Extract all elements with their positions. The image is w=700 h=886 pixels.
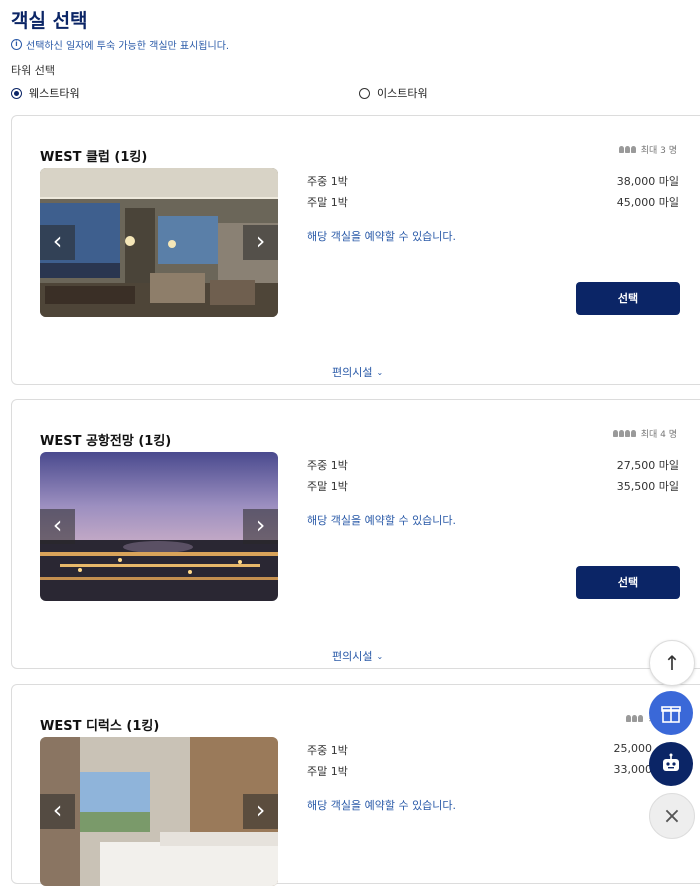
weekend-price: 33,000 bbox=[613, 763, 653, 776]
prev-photo-button[interactable]: ‹ bbox=[40, 509, 75, 544]
people-icon bbox=[618, 146, 636, 153]
weekday-label: 주중 1박 bbox=[307, 459, 348, 472]
availability-notice: i 선택하신 일자에 투숙 가능한 객실만 표시됩니다. bbox=[11, 37, 229, 52]
weekend-label: 주말 1박 bbox=[307, 196, 348, 209]
capacity-text: 최대 3 명 bbox=[640, 146, 677, 156]
info-icon: i bbox=[11, 39, 22, 50]
amenities-toggle[interactable]: 편의시설 ⌄ bbox=[332, 648, 383, 664]
scroll-top-button[interactable]: ↑ bbox=[649, 640, 695, 686]
tower-radio-label: 웨스트타워 bbox=[29, 87, 80, 100]
weekday-label: 주중 1박 bbox=[307, 744, 348, 757]
next-photo-button[interactable]: › bbox=[243, 794, 278, 829]
room-photo: ‹ › bbox=[40, 737, 278, 886]
room-name: WEST 디럭스 (1킹) bbox=[40, 719, 160, 734]
amenities-toggle[interactable]: 편의시설 ⌄ bbox=[332, 364, 383, 380]
people-icon bbox=[612, 430, 636, 437]
availability-text: 해당 객실을 예약할 수 있습니다. bbox=[307, 799, 457, 812]
weekend-label: 주말 1박 bbox=[307, 765, 348, 778]
room-name: WEST 공항전망 (1킹) bbox=[40, 434, 172, 449]
capacity-info: 최대 4 명 bbox=[612, 427, 677, 440]
next-photo-button[interactable]: › bbox=[243, 225, 278, 260]
room-card: WEST 디럭스 (1킹) 최대 ‹ › 주중 1박 25,000 주말 1박 … bbox=[11, 684, 700, 886]
chevron-down-icon: ⌄ bbox=[376, 367, 384, 377]
room-photo: ‹ › bbox=[40, 168, 278, 317]
chatbot-button[interactable] bbox=[649, 742, 693, 786]
weekend-price-row: 주말 1박 45,000 마일 bbox=[307, 194, 679, 210]
weekend-price: 35,500 마일 bbox=[616, 480, 679, 493]
amenities-label: 편의시설 bbox=[332, 366, 373, 379]
weekend-price: 45,000 마일 bbox=[616, 196, 679, 209]
tower-select-label: 타워 선택 bbox=[11, 64, 55, 77]
people-icon bbox=[626, 715, 644, 722]
radio-button-checked-icon[interactable] bbox=[11, 87, 22, 99]
radio-button-icon[interactable] bbox=[359, 87, 370, 99]
weekend-price-row: 주말 1박 35,500 마일 bbox=[307, 478, 679, 494]
room-photo: ‹ › bbox=[40, 452, 278, 601]
availability-text: 해당 객실을 예약할 수 있습니다. bbox=[307, 230, 457, 243]
availability-text: 해당 객실을 예약할 수 있습니다. bbox=[307, 514, 457, 527]
notice-text: 선택하신 일자에 투숙 가능한 객실만 표시됩니다. bbox=[26, 41, 230, 52]
weekend-label: 주말 1박 bbox=[307, 480, 348, 493]
select-room-button[interactable]: 선택 bbox=[576, 566, 680, 599]
gift-icon bbox=[661, 706, 681, 723]
close-icon: × bbox=[662, 803, 682, 829]
capacity-text: 최대 4 명 bbox=[640, 430, 677, 440]
weekend-price-row: 주말 1박 33,000 bbox=[307, 763, 652, 779]
room-card: WEST 공항전망 (1킹) 최대 4 명 ‹ › 주중 1박 27,500 마… bbox=[11, 399, 700, 669]
capacity-info: 최대 3 명 bbox=[618, 143, 677, 156]
weekday-label: 주중 1박 bbox=[307, 175, 348, 188]
amenities-label: 편의시설 bbox=[332, 650, 373, 663]
tower-radio-west[interactable]: 웨스트타워 bbox=[11, 85, 80, 101]
weekday-price-row: 주중 1박 25,000 bbox=[307, 742, 652, 758]
close-button[interactable]: × bbox=[649, 793, 695, 839]
gift-button[interactable] bbox=[649, 691, 693, 735]
next-photo-button[interactable]: › bbox=[243, 509, 278, 544]
arrow-up-icon: ↑ bbox=[663, 651, 681, 675]
weekday-price: 38,000 마일 bbox=[616, 175, 679, 188]
tower-radio-east[interactable]: 이스트타워 bbox=[359, 85, 428, 101]
robot-icon bbox=[663, 753, 679, 771]
prev-photo-button[interactable]: ‹ bbox=[40, 225, 75, 260]
weekday-price: 25,000 bbox=[613, 742, 653, 755]
weekday-price-row: 주중 1박 27,500 마일 bbox=[307, 457, 679, 473]
select-room-button[interactable]: 선택 bbox=[576, 282, 680, 315]
room-card: WEST 클럽 (1킹) 최대 3 명 ‹ › 주중 1박 38,000 마일 … bbox=[11, 115, 700, 385]
weekday-price-row: 주중 1박 38,000 마일 bbox=[307, 173, 679, 189]
weekday-price: 27,500 마일 bbox=[616, 459, 679, 472]
prev-photo-button[interactable]: ‹ bbox=[40, 794, 75, 829]
page-title: 객실 선택 bbox=[11, 10, 88, 32]
room-name: WEST 클럽 (1킹) bbox=[40, 150, 148, 165]
chevron-down-icon: ⌄ bbox=[376, 651, 384, 661]
tower-radio-label: 이스트타워 bbox=[377, 87, 428, 100]
